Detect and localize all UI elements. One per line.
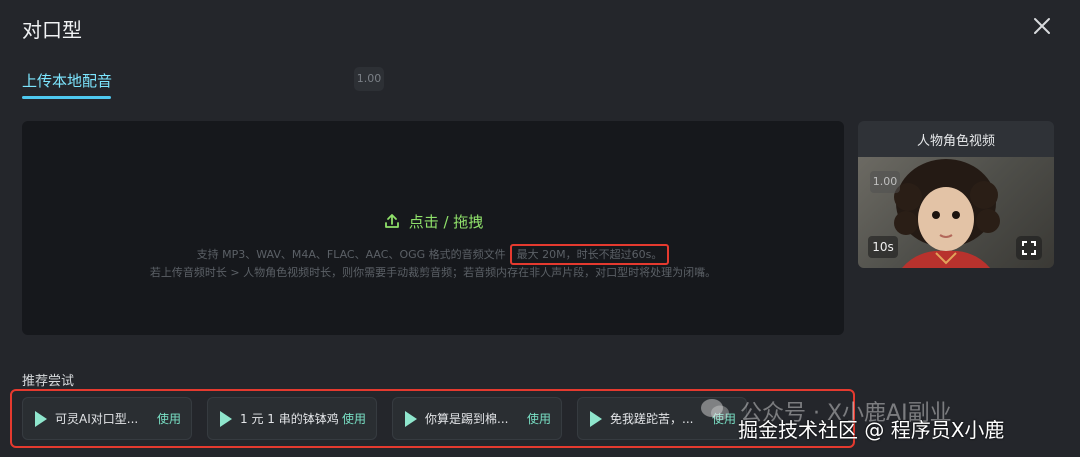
play-icon[interactable]	[405, 411, 417, 427]
recommend-item-text: 1 元 1 串的钵钵鸡	[240, 412, 339, 426]
audio-upload-dropzone[interactable]: 点击 / 拖拽 支持 MP3、WAV、M4A、FLAC、AAC、OGG 格式的音…	[22, 121, 844, 335]
use-button[interactable]: 使用	[342, 410, 366, 427]
upload-hint-formats: 支持 MP3、WAV、M4A、FLAC、AAC、OGG 格式的音频文件 最大 20…	[22, 244, 844, 265]
recommend-item-text: 你算是踢到棉...	[425, 412, 509, 426]
dialog-title: 对口型	[22, 18, 82, 42]
character-video-card[interactable]: 人物角色视频 1.00 10s	[858, 121, 1054, 268]
upload-icon	[384, 214, 399, 228]
tab-upload-local-audio[interactable]: 上传本地配音	[22, 70, 112, 91]
use-button[interactable]: 使用	[527, 410, 551, 427]
play-icon[interactable]	[220, 411, 232, 427]
use-button[interactable]: 使用	[157, 410, 181, 427]
recommend-item[interactable]: 1 元 1 串的钵钵鸡 使用	[207, 397, 377, 440]
recommend-item-text: 可灵AI对口型...	[55, 412, 139, 426]
upload-action-label: 点击 / 拖拽	[408, 213, 484, 231]
recommend-item-text: 免我蹉跎苦，...	[610, 412, 694, 426]
recommend-item[interactable]: 你算是踢到棉... 使用	[392, 397, 562, 440]
character-video-title: 人物角色视频	[916, 134, 995, 149]
video-duration: 10s	[868, 236, 898, 258]
watermark-juejin: 掘金技术社区 @ 程序员X小鹿	[738, 418, 1005, 442]
video-version-badge: 1.00	[870, 171, 900, 193]
close-icon[interactable]	[1030, 14, 1054, 38]
play-icon[interactable]	[590, 411, 602, 427]
recommend-item[interactable]: 可灵AI对口型... 使用	[22, 397, 192, 440]
upload-hint-length: 若上传音频时长 > 人物角色视频时长，则你需要手动裁剪音频；若音频内存在非人声片…	[149, 266, 717, 279]
recommend-label: 推荐尝试	[22, 374, 75, 389]
play-icon[interactable]	[35, 411, 47, 427]
upload-action[interactable]: 点击 / 拖拽	[22, 211, 844, 232]
version-badge: 1.00	[354, 67, 384, 91]
tab-active-indicator	[22, 96, 111, 99]
expand-icon[interactable]	[1016, 236, 1042, 260]
upload-limit-highlight: 最大 20M，时长不超过60s。	[509, 244, 670, 265]
upload-hint-formats-text: 支持 MP3、WAV、M4A、FLAC、AAC、OGG 格式的音频文件	[196, 248, 506, 261]
